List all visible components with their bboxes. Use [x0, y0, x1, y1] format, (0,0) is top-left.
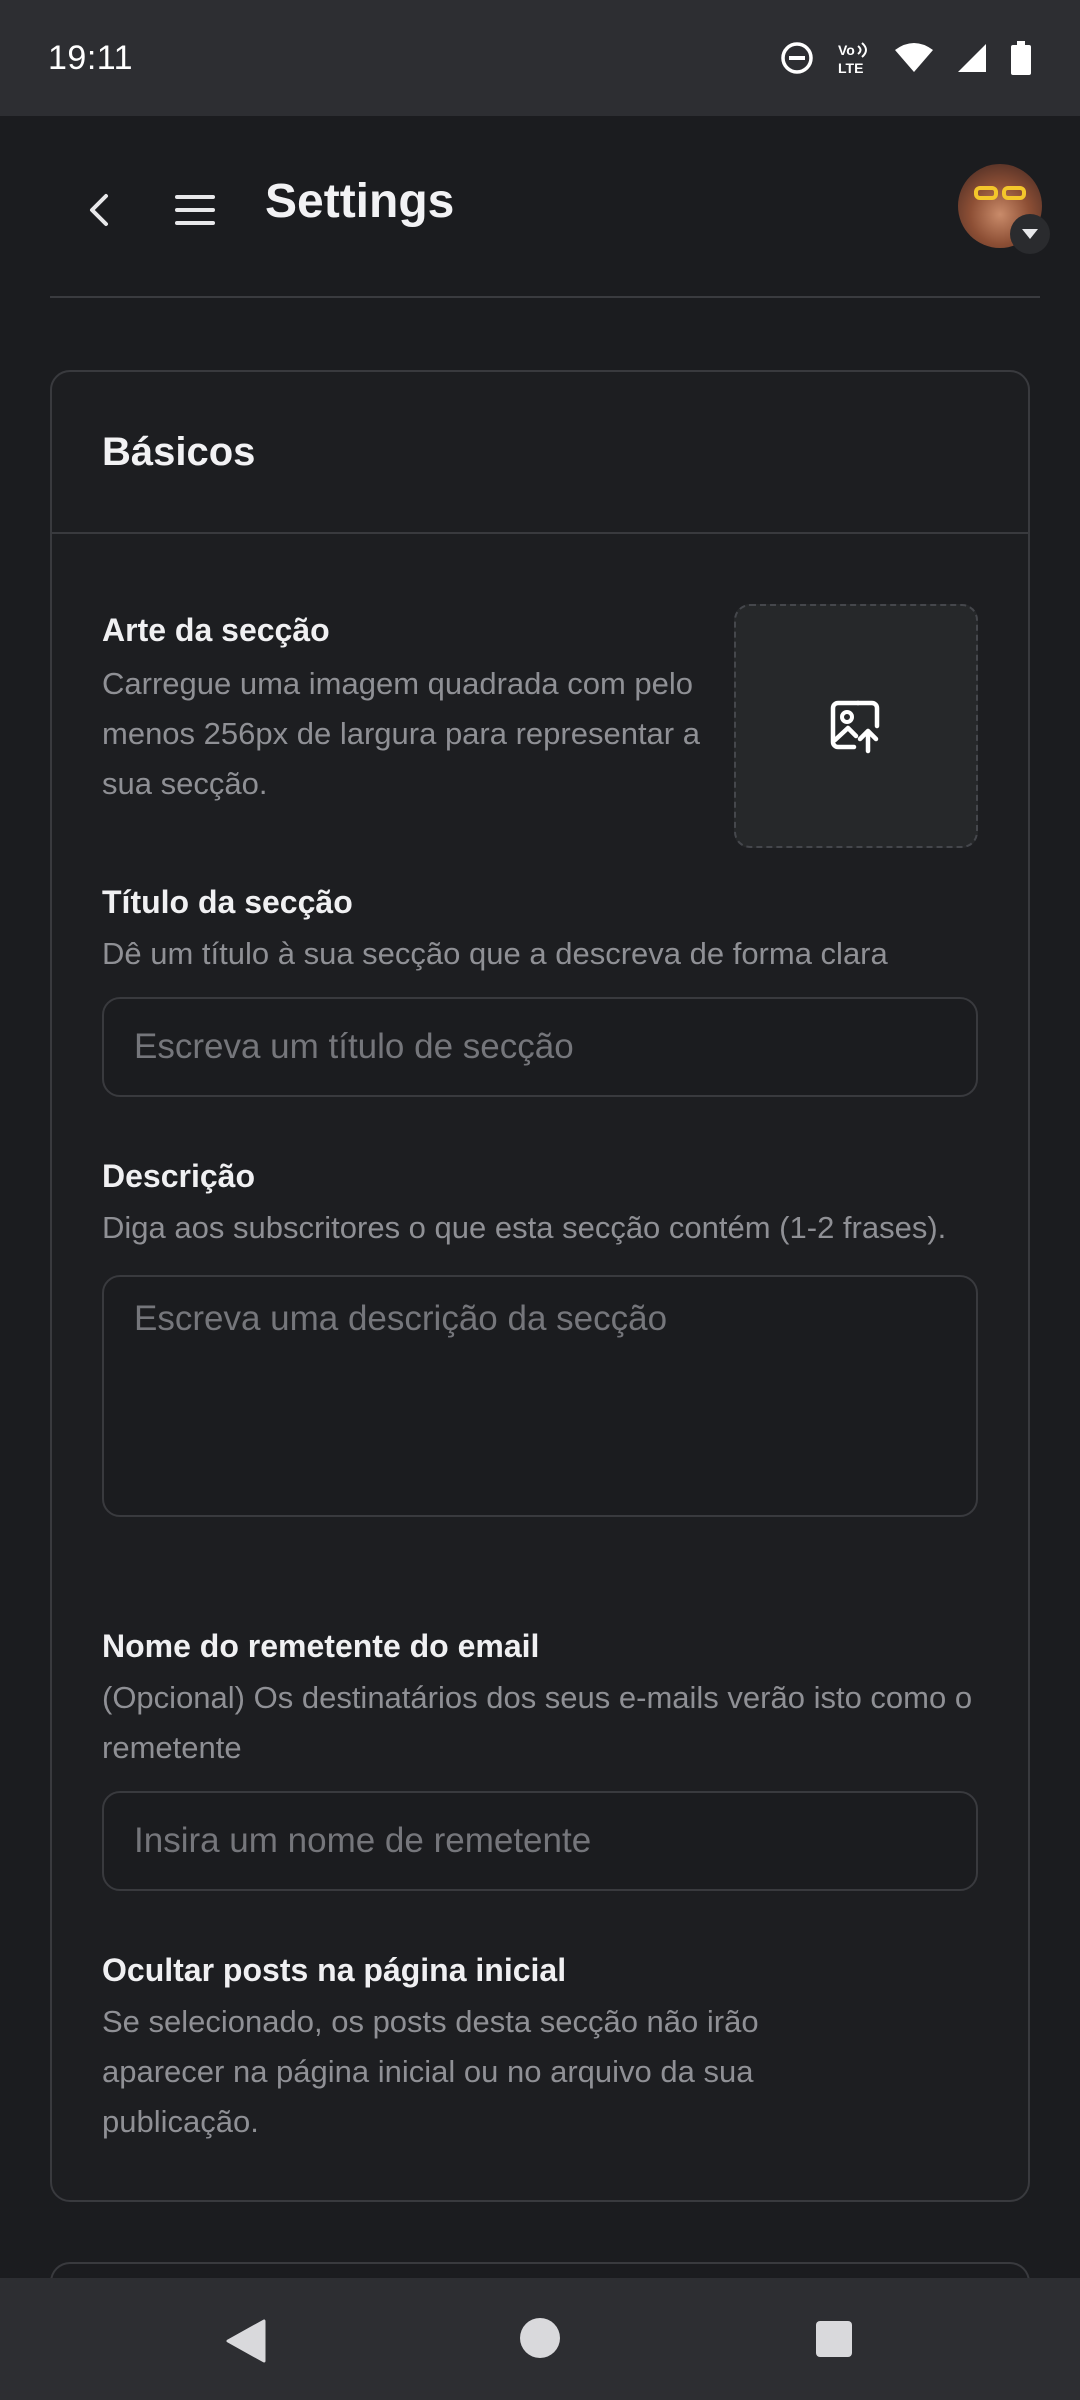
nav-back-icon[interactable] [224, 2318, 268, 2364]
description-textarea[interactable] [102, 1275, 978, 1517]
caret-down-icon [1022, 229, 1038, 239]
image-upload-icon [830, 700, 880, 754]
back-button[interactable] [78, 188, 122, 232]
hide-posts-field: Ocultar posts na página inicial Se selec… [102, 1952, 980, 2147]
sender-name-input[interactable] [102, 1791, 978, 1891]
section-title-input[interactable] [102, 997, 978, 1097]
section-title-help: Dê um título à sua secção que a descreva… [102, 936, 888, 971]
volte-icon: Vo LTE [838, 42, 867, 76]
volte-top-text: Vo [838, 42, 855, 58]
sender-name-field: Nome do remetente do email (Opcional) Os… [102, 1628, 980, 1891]
description-help: Diga aos subscritores o que esta secção … [102, 1210, 947, 1245]
do-not-disturb-icon [781, 42, 813, 74]
system-nav-bar [0, 2278, 1080, 2400]
description-field: Descrição Diga aos subscritores o que es… [102, 1158, 980, 1517]
basics-card: Básicos Arte da secção Carregue uma imag… [50, 370, 1030, 2400]
menu-button[interactable] [172, 188, 218, 232]
card-title: Básicos [102, 429, 256, 474]
section-art-help: Carregue uma imagem quadrada com pelo me… [102, 666, 700, 801]
status-time: 19:11 [48, 38, 134, 77]
page-title: Settings [265, 175, 455, 228]
chevron-left-icon [90, 194, 108, 226]
description-label: Descrição [102, 1158, 255, 1194]
status-icons: Vo LTE [780, 40, 1032, 76]
wifi-icon [895, 43, 933, 72]
signal-icon [958, 44, 986, 72]
hamburger-menu-icon [175, 195, 215, 225]
sender-name-help: (Opcional) Os destinatários dos seus e-m… [102, 1680, 973, 1765]
battery-icon [1011, 41, 1031, 75]
nav-recents-icon[interactable] [815, 2320, 853, 2358]
section-art-text: Arte da secção Carregue uma imagem quadr… [102, 604, 702, 809]
status-bar: 19:11 Vo LTE [0, 0, 1080, 116]
account-avatar-button[interactable] [958, 164, 1050, 254]
hide-posts-label: Ocultar posts na página inicial [102, 1952, 567, 1988]
app-bar: Settings [0, 116, 1080, 298]
sender-name-label: Nome do remetente do email [102, 1628, 540, 1664]
avatar-glasses-left [974, 186, 998, 200]
card-header: Básicos [52, 372, 1028, 534]
nav-home-icon[interactable] [518, 2316, 562, 2360]
section-art-label: Arte da secção [102, 612, 330, 648]
section-art-field: Arte da secção Carregue uma imagem quadr… [102, 604, 982, 854]
volte-bottom-text: LTE [838, 60, 863, 76]
section-title-field: Título da secção Dê um título à sua secç… [102, 884, 980, 1097]
section-title-label: Título da secção [102, 884, 353, 920]
app-bar-divider [50, 296, 1040, 298]
avatar-menu-caret [1010, 214, 1050, 254]
image-upload-button[interactable] [734, 604, 978, 848]
avatar-glasses-right [1002, 186, 1026, 200]
hide-posts-help: Se selecionado, os posts desta secção nã… [102, 2004, 759, 2139]
